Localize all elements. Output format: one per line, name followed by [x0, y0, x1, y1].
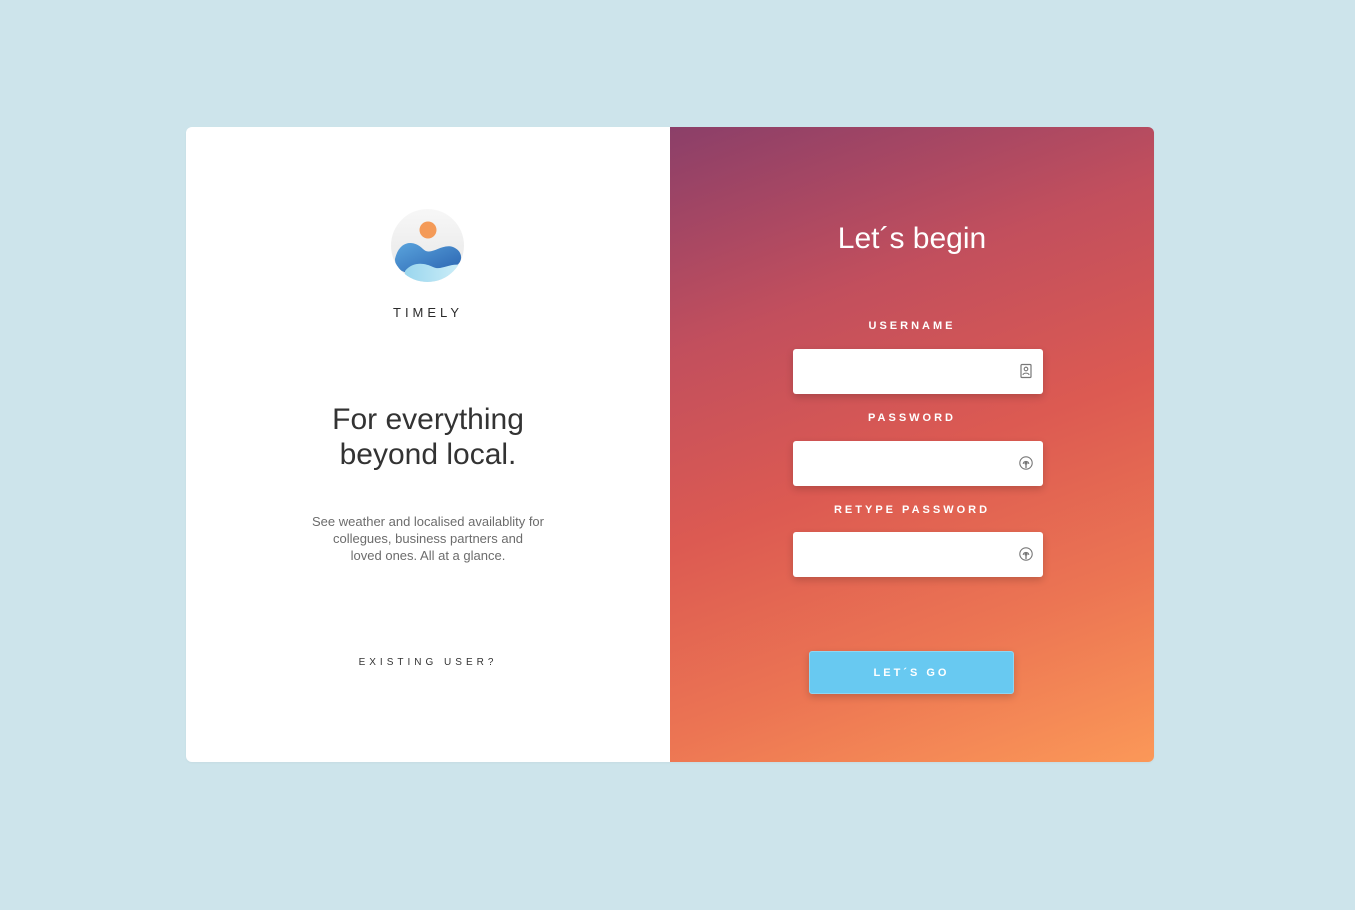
retype-password-input[interactable] — [793, 532, 1043, 577]
tagline-line: For everything — [332, 403, 524, 436]
retype-password-field-wrapper — [793, 532, 1043, 577]
tagline: For everything beyond local. — [186, 402, 670, 472]
password-field-wrapper — [793, 441, 1043, 486]
signup-form-panel: Let´s begin USERNAME PASSWORD RETYPE PAS… — [670, 127, 1154, 762]
fingerprint-icon — [1019, 547, 1033, 561]
retype-password-label: RETYPE PASSWORD — [833, 504, 991, 516]
existing-user-link[interactable]: EXISTING USER? — [186, 657, 670, 668]
description: See weather and localised availablity fo… — [298, 513, 558, 564]
username-field-wrapper — [793, 349, 1043, 394]
password-input[interactable] — [793, 441, 1043, 486]
brand-name: TIMELY — [393, 305, 463, 320]
contact-card-icon — [1020, 363, 1032, 379]
signup-card: TIMELY For everything beyond local. See … — [186, 127, 1154, 762]
tagline-line: beyond local. — [339, 438, 517, 471]
lets-go-button[interactable]: LET´S GO — [809, 651, 1014, 694]
description-line: See weather and localised availablity fo… — [312, 514, 544, 529]
form-heading: Let´s begin — [837, 222, 987, 255]
mountain-sun-logo-icon — [391, 209, 464, 282]
password-label: PASSWORD — [868, 412, 956, 424]
username-input[interactable] — [793, 349, 1043, 394]
intro-panel: TIMELY For everything beyond local. See … — [186, 127, 670, 762]
description-line: collegues, business partners and — [332, 531, 524, 546]
description-line: loved ones. All at a glance. — [350, 548, 506, 563]
fingerprint-icon — [1019, 456, 1033, 470]
username-label: USERNAME — [868, 320, 956, 332]
